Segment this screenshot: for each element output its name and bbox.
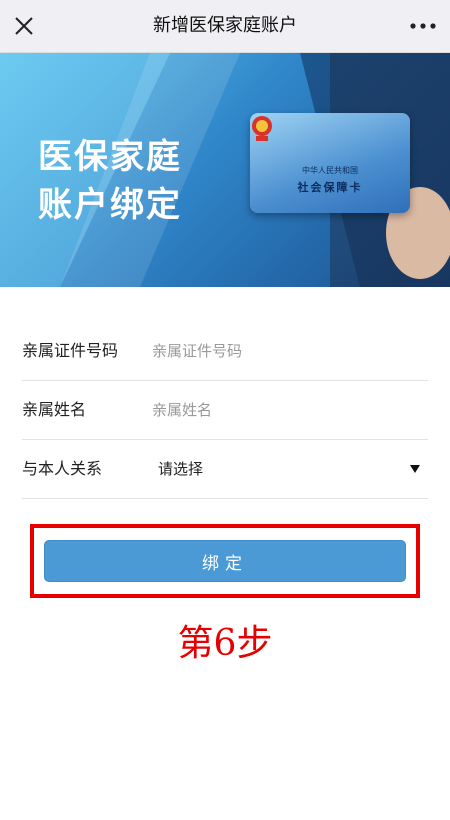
name-input[interactable] bbox=[152, 395, 412, 425]
card-title-text: 社会保障卡 bbox=[297, 181, 363, 194]
top-navigation-bar: 新增医保家庭账户 bbox=[0, 0, 450, 53]
relation-selected-value: 请选择 bbox=[158, 460, 204, 478]
step-annotation: 第6步 bbox=[177, 623, 273, 664]
relation-label: 与本人关系 bbox=[22, 459, 103, 478]
promo-banner: 医保家庭 账户绑定 中华人民共和国 社会保障卡 bbox=[0, 53, 450, 287]
national-emblem-icon bbox=[252, 116, 272, 141]
id-number-input[interactable] bbox=[152, 336, 412, 366]
name-label: 亲属姓名 bbox=[22, 400, 87, 419]
close-icon[interactable] bbox=[10, 12, 38, 40]
banner-headline-line1: 医保家庭 bbox=[38, 137, 182, 177]
banner-headline: 医保家庭 账户绑定 bbox=[38, 133, 182, 229]
card-country-text: 中华人民共和国 bbox=[302, 166, 358, 175]
page-title: 新增医保家庭账户 bbox=[153, 15, 297, 36]
bind-button[interactable]: 绑定 bbox=[44, 540, 406, 582]
id-number-label: 亲属证件号码 bbox=[22, 341, 119, 360]
banner-headline-line2: 账户绑定 bbox=[38, 185, 182, 225]
social-security-card-image: 中华人民共和国 社会保障卡 bbox=[250, 113, 410, 213]
more-dots-icon[interactable] bbox=[408, 14, 438, 38]
id-number-row: 亲属证件号码 bbox=[22, 322, 428, 381]
name-row: 亲属姓名 bbox=[22, 381, 428, 440]
caret-down-icon bbox=[410, 465, 420, 473]
relation-select[interactable]: 与本人关系 请选择 bbox=[22, 440, 428, 499]
